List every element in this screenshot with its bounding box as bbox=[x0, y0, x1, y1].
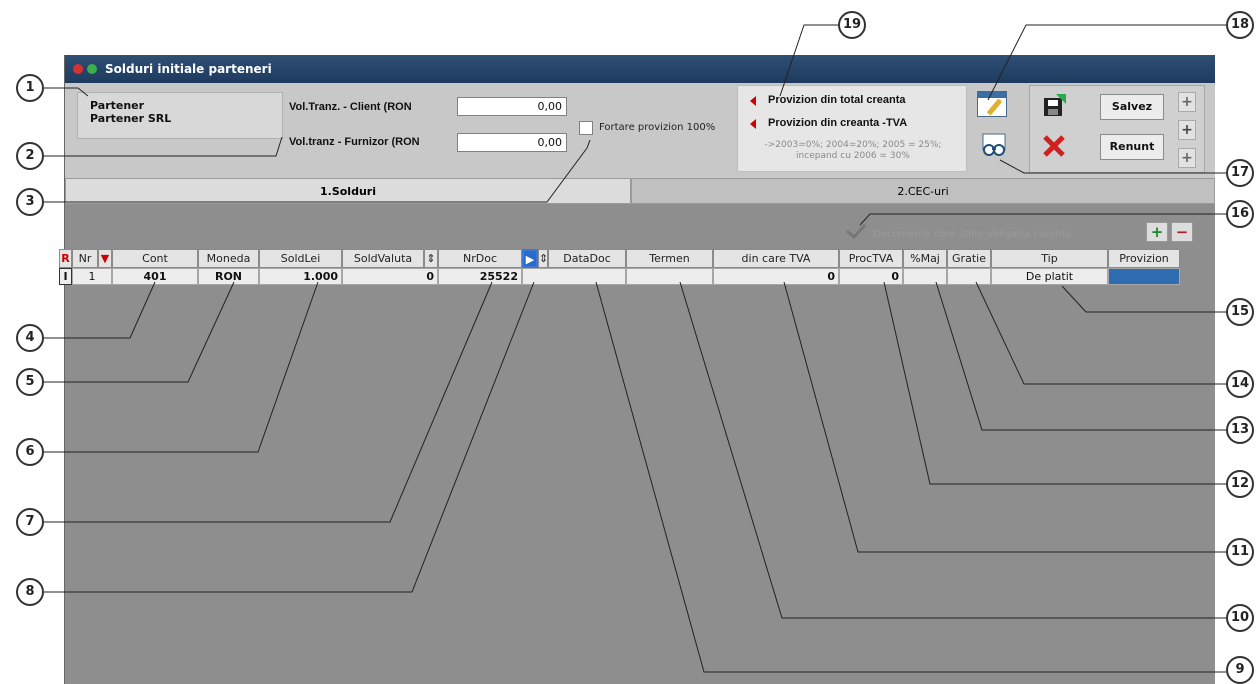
callout-12: 12 bbox=[1226, 470, 1254, 498]
binoculars-icon[interactable] bbox=[979, 132, 1009, 158]
partner-box[interactable]: Partener Partener SRL bbox=[77, 92, 283, 139]
check-mark-icon bbox=[846, 223, 867, 239]
col-din-care-tva[interactable]: din care TVA bbox=[713, 249, 839, 268]
col-nrdoc[interactable]: NrDoc bbox=[438, 249, 522, 268]
remove-row-button[interactable]: − bbox=[1171, 222, 1193, 242]
vol-furnizor-field[interactable]: 0,00 bbox=[457, 133, 567, 152]
filter-icon[interactable]: ▼ bbox=[98, 249, 112, 268]
tab-cec-label: 2.CEC-uri bbox=[897, 185, 949, 198]
cell-maj[interactable] bbox=[903, 268, 947, 285]
callout-11: 11 bbox=[1226, 538, 1254, 566]
col-cont[interactable]: Cont bbox=[112, 249, 198, 268]
provizion-tva-option[interactable]: Provizion din creanta -TVA bbox=[768, 117, 907, 129]
cell-din-care-tva[interactable]: 0 bbox=[713, 268, 839, 285]
callout-9: 9 bbox=[1226, 656, 1254, 684]
nav-down-button[interactable]: + bbox=[1178, 148, 1196, 168]
docs-note: Documente care sting obligatia curenta bbox=[873, 229, 1072, 240]
col-datadoc[interactable]: DataDoc bbox=[548, 249, 626, 268]
provizion-note: ->2003=0%; 2004=20%; 2005 = 25%; incepan… bbox=[738, 140, 968, 162]
callout-19: 19 bbox=[838, 11, 866, 39]
edit-icon[interactable] bbox=[977, 91, 1007, 117]
tab-solduri-label: 1.Solduri bbox=[320, 185, 376, 198]
callout-5: 5 bbox=[16, 368, 44, 396]
cell-gratie[interactable] bbox=[947, 268, 991, 285]
provizion-note-line1: ->2003=0%; 2004=20%; 2005 = 25%; bbox=[764, 140, 942, 150]
callout-10: 10 bbox=[1226, 604, 1254, 632]
tab-solduri[interactable]: 1.Solduri bbox=[65, 178, 631, 204]
vol-client-field[interactable]: 0,00 bbox=[457, 97, 567, 116]
window-title: Solduri initiale parteneri bbox=[105, 62, 272, 76]
arrow-left-icon bbox=[750, 96, 756, 106]
row-indicator-header: R bbox=[59, 249, 72, 268]
callout-2: 2 bbox=[16, 142, 44, 170]
status-dot-icon bbox=[87, 64, 97, 74]
col-moneda[interactable]: Moneda bbox=[198, 249, 259, 268]
provizion-total-option[interactable]: Provizion din total creanta bbox=[768, 94, 906, 106]
cancel-x-icon bbox=[1043, 135, 1065, 157]
col-tip[interactable]: Tip bbox=[991, 249, 1108, 268]
provizion-panel: Provizion din total creanta Provizion di… bbox=[737, 85, 967, 172]
app-window: Solduri initiale parteneri Partener Part… bbox=[59, 55, 1215, 684]
col-soldlei[interactable]: SoldLei bbox=[259, 249, 342, 268]
col-proctva[interactable]: ProcTVA bbox=[839, 249, 903, 268]
add-button[interactable]: + bbox=[1178, 120, 1196, 140]
cancel-button[interactable]: Renunt bbox=[1100, 134, 1164, 160]
action-panel: Salvez Renunt + + + bbox=[1029, 85, 1205, 173]
add-row-button[interactable]: + bbox=[1146, 222, 1168, 242]
arrow-left-icon bbox=[750, 119, 756, 129]
partner-name: Partener SRL bbox=[90, 112, 172, 125]
cell-termen[interactable] bbox=[626, 268, 713, 285]
callout-7: 7 bbox=[16, 508, 44, 536]
cell-proctva[interactable]: 0 bbox=[839, 268, 903, 285]
cancel-button-label: Renunt bbox=[1109, 140, 1155, 153]
save-icon bbox=[1044, 94, 1066, 116]
callout-16: 16 bbox=[1226, 200, 1254, 228]
provizion-note-line2: incepand cu 2006 = 30% bbox=[796, 151, 910, 161]
save-button[interactable]: Salvez bbox=[1100, 94, 1164, 120]
callout-6: 6 bbox=[16, 438, 44, 466]
cell-nrdoc[interactable]: 25522 bbox=[438, 268, 522, 285]
col-provizion[interactable]: Provizion bbox=[1108, 249, 1180, 268]
sort-icon-2[interactable]: ⇕ bbox=[538, 249, 548, 268]
screenshot-stage: Solduri initiale parteneri Partener Part… bbox=[0, 0, 1259, 684]
tab-strip: 1.Solduri 2.CEC-uri bbox=[65, 178, 1215, 204]
col-maj[interactable]: %Maj bbox=[903, 249, 947, 268]
callout-17: 17 bbox=[1226, 159, 1254, 187]
vol-client-label: Vol.Tranz. - Client (RON bbox=[289, 101, 412, 113]
cell-provizion[interactable] bbox=[1108, 268, 1180, 285]
callout-3: 3 bbox=[16, 188, 44, 216]
cell-soldvaluta[interactable]: 0 bbox=[342, 268, 438, 285]
callout-14: 14 bbox=[1226, 370, 1254, 398]
callout-4: 4 bbox=[16, 324, 44, 352]
callout-18: 18 bbox=[1226, 11, 1254, 39]
vol-furnizor-label: Vol.tranz - Furnizor (RON bbox=[289, 136, 420, 148]
cell-nr[interactable]: 1 bbox=[72, 268, 112, 285]
row-marker[interactable]: I bbox=[59, 268, 72, 285]
col-gratie[interactable]: Gratie bbox=[947, 249, 991, 268]
tab-cec[interactable]: 2.CEC-uri bbox=[631, 178, 1215, 204]
col-soldvaluta[interactable]: SoldValuta bbox=[342, 249, 424, 268]
title-bar: Solduri initiale parteneri bbox=[65, 55, 1215, 83]
cell-tip[interactable]: De platit bbox=[991, 268, 1108, 285]
fortare-provizion-checkbox[interactable] bbox=[579, 121, 593, 135]
callout-8: 8 bbox=[16, 578, 44, 606]
fortare-provizion-label: Fortare provizion 100% bbox=[599, 122, 716, 133]
col-termen[interactable]: Termen bbox=[626, 249, 713, 268]
play-arrow-icon[interactable]: ▶ bbox=[522, 249, 538, 268]
nav-up-button[interactable]: + bbox=[1178, 92, 1196, 112]
cell-datadoc[interactable] bbox=[522, 268, 626, 285]
cell-soldlei[interactable]: 1.000 bbox=[259, 268, 342, 285]
callout-15: 15 bbox=[1226, 298, 1254, 326]
close-dot-icon[interactable] bbox=[73, 64, 83, 74]
partner-label: Partener bbox=[90, 99, 145, 112]
col-nr[interactable]: Nr bbox=[72, 249, 98, 268]
save-button-label: Salvez bbox=[1111, 100, 1153, 113]
sort-icon[interactable]: ⇕ bbox=[424, 249, 438, 268]
cell-cont[interactable]: 401 bbox=[112, 268, 198, 285]
callout-13: 13 bbox=[1226, 416, 1254, 444]
cell-moneda[interactable]: RON bbox=[198, 268, 259, 285]
callout-1: 1 bbox=[16, 74, 44, 102]
